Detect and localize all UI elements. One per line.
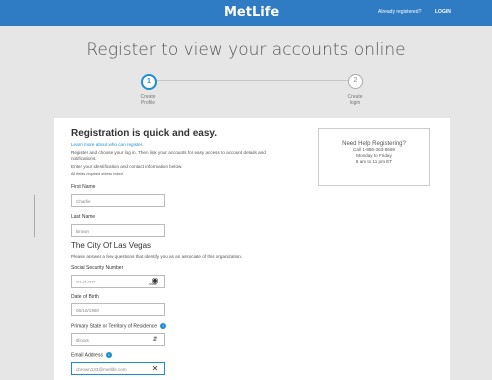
email-input[interactable]: cbrown123@metlife.com ✕ bbox=[71, 362, 165, 375]
learn-more-link[interactable]: Learn more about who can register. bbox=[71, 142, 143, 148]
clear-icon[interactable]: ✕ bbox=[150, 364, 160, 374]
show-label: Show bbox=[149, 282, 157, 286]
help-hours: 8 am to 11 pm ET bbox=[355, 159, 393, 164]
ssn-input[interactable]: ***-**-**** ◉ Show bbox=[71, 275, 165, 288]
page-title: Register to view your accounts online bbox=[86, 40, 406, 60]
last-name-label: Last Name bbox=[71, 214, 96, 220]
org-description: Please answer a few questions that ident… bbox=[71, 254, 243, 259]
email-value: cbrown123@metlife.com bbox=[76, 367, 127, 372]
first-name-input[interactable]: Charlie bbox=[71, 194, 165, 207]
last-name-input[interactable]: Brown bbox=[71, 224, 165, 237]
ssn-label: Social Security Number bbox=[71, 265, 124, 271]
email-label: Email Address i bbox=[71, 352, 112, 358]
intro-text-1: Register and choose your log in. Then li… bbox=[71, 150, 266, 155]
intro-text-2: notifications. bbox=[71, 156, 97, 161]
state-label: Primary State or Territory of Residence i bbox=[71, 323, 167, 329]
login-link[interactable]: LOGIN bbox=[435, 9, 451, 15]
step-2-label: Create login bbox=[347, 94, 363, 106]
chevron-updown-icon: ⇵ bbox=[152, 337, 158, 343]
step-1-label: Create Profile bbox=[140, 94, 156, 106]
ssn-value: ***-**-**** bbox=[76, 280, 96, 285]
dob-input[interactable]: 06/16/1960 bbox=[71, 303, 165, 316]
already-registered-text: Already registered? bbox=[378, 9, 422, 15]
info-icon[interactable]: i bbox=[160, 323, 167, 329]
side-divider bbox=[34, 195, 35, 237]
required-note: All fields required unless noted bbox=[71, 172, 123, 176]
dob-label: Date of Birth bbox=[71, 294, 99, 300]
show-ssn-eye-icon[interactable]: ◉ Show bbox=[149, 276, 160, 286]
step-progress-line bbox=[148, 80, 354, 81]
first-name-label: First Name bbox=[71, 184, 96, 190]
state-select[interactable]: Illinois ⇵ bbox=[71, 333, 165, 346]
org-title: The City Of Las Vegas bbox=[71, 241, 152, 250]
metlife-logo[interactable]: MetLife bbox=[224, 5, 279, 20]
info-icon[interactable]: i bbox=[105, 352, 112, 358]
top-bar: MetLife Already registered? LOGIN bbox=[0, 0, 492, 26]
step-2-indicator: 2 bbox=[348, 74, 363, 89]
intro-text-3: Enter your identification and contact in… bbox=[71, 164, 183, 169]
step-1-indicator: 1 bbox=[141, 74, 157, 90]
state-value: Illinois bbox=[76, 338, 89, 343]
help-box: Need Help Registering? Call 1-866-363-86… bbox=[318, 128, 430, 186]
form-title: Registration is quick and easy. bbox=[71, 128, 217, 139]
